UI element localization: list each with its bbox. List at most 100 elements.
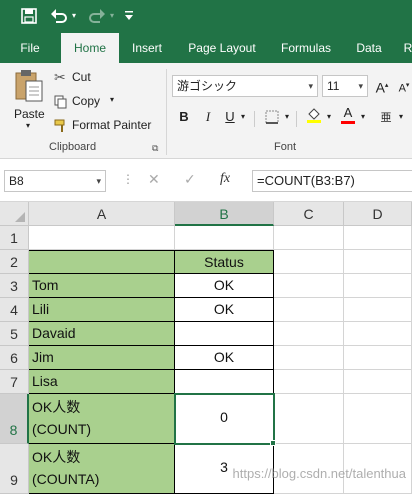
cell-b2[interactable]: Status bbox=[175, 250, 274, 274]
cell-d8[interactable] bbox=[344, 394, 412, 444]
cell-d1[interactable] bbox=[344, 226, 412, 250]
tab-insert[interactable]: Insert bbox=[124, 33, 170, 63]
cell-b5[interactable] bbox=[175, 322, 274, 346]
cell-a9[interactable]: OK人数 (COUNTA) bbox=[29, 444, 175, 494]
cell-a2[interactable] bbox=[29, 250, 175, 274]
worksheet-grid: A B C D 1 2 3 4 5 6 7 8 9 Status Tom OK … bbox=[0, 202, 412, 494]
cell-b6[interactable]: OK bbox=[175, 346, 274, 370]
row-header-1[interactable]: 1 bbox=[0, 226, 29, 250]
copy-dropdown-icon[interactable]: ▾ bbox=[110, 95, 114, 104]
cell-b8[interactable]: 0 bbox=[175, 394, 274, 444]
fill-handle[interactable] bbox=[270, 440, 276, 446]
cell-c3[interactable] bbox=[274, 274, 344, 298]
fill-color-dropdown-icon[interactable]: ▾ bbox=[324, 107, 334, 127]
tab-file[interactable]: File bbox=[10, 33, 50, 63]
phonetic-dropdown-icon[interactable]: ▾ bbox=[396, 107, 406, 127]
cell-b1[interactable] bbox=[175, 226, 274, 250]
cell-a5[interactable]: Davaid bbox=[29, 322, 175, 346]
formula-input[interactable]: =COUNT(B3:B7) bbox=[252, 170, 412, 192]
cell-a4[interactable]: Lili bbox=[29, 298, 175, 322]
fill-color-button[interactable] bbox=[304, 105, 324, 125]
phonetic-icon: 亜 bbox=[380, 112, 392, 124]
customize-icon[interactable] bbox=[122, 6, 136, 26]
borders-button[interactable] bbox=[262, 107, 282, 127]
underline-dropdown-icon[interactable]: ▾ bbox=[238, 107, 248, 127]
cell-d2[interactable] bbox=[344, 250, 412, 274]
row-header-5[interactable]: 5 bbox=[0, 322, 29, 346]
clipboard-launcher-icon[interactable]: ⧉ bbox=[152, 143, 158, 154]
cell-d7[interactable] bbox=[344, 370, 412, 394]
font-color-dropdown-icon[interactable]: ▾ bbox=[358, 107, 368, 127]
cell-d3[interactable] bbox=[344, 274, 412, 298]
underline-button[interactable]: U bbox=[220, 107, 240, 127]
tab-review[interactable]: R bbox=[402, 33, 412, 63]
font-separator bbox=[296, 111, 297, 127]
cell-c8[interactable] bbox=[274, 394, 344, 444]
column-header-a[interactable]: A bbox=[29, 202, 175, 226]
cell-b3[interactable]: OK bbox=[175, 274, 274, 298]
cell-c5[interactable] bbox=[274, 322, 344, 346]
cell-b7[interactable] bbox=[175, 370, 274, 394]
scissors-icon: ✂ bbox=[54, 69, 66, 85]
cell-c4[interactable] bbox=[274, 298, 344, 322]
column-header-d[interactable]: D bbox=[344, 202, 412, 226]
borders-dropdown-icon[interactable]: ▾ bbox=[282, 107, 292, 127]
formula-bar-grip-icon[interactable]: ⋮ bbox=[122, 172, 134, 186]
cell-a8[interactable]: OK人数 (COUNT) bbox=[29, 394, 175, 444]
cell-c1[interactable] bbox=[274, 226, 344, 250]
font-size-select[interactable]: 11 ▾ bbox=[322, 75, 368, 97]
italic-button[interactable]: I bbox=[198, 107, 218, 127]
copy-button[interactable]: Copy ▾ bbox=[54, 93, 134, 111]
redo-icon[interactable] bbox=[86, 6, 108, 26]
cell-d4[interactable] bbox=[344, 298, 412, 322]
row-header-8[interactable]: 8 bbox=[0, 394, 29, 444]
tab-home[interactable]: Home bbox=[61, 33, 119, 63]
paste-button[interactable]: Paste ▾ bbox=[10, 69, 48, 130]
paste-dropdown-icon[interactable]: ▾ bbox=[26, 121, 30, 130]
paste-icon bbox=[15, 70, 43, 102]
cell-a7[interactable]: Lisa bbox=[29, 370, 175, 394]
save-icon[interactable] bbox=[18, 6, 40, 26]
undo-icon[interactable] bbox=[48, 6, 70, 26]
grow-font-button[interactable]: A▴ bbox=[372, 76, 392, 96]
bold-button[interactable]: B bbox=[174, 107, 194, 127]
cell-a3[interactable]: Tom bbox=[29, 274, 175, 298]
insert-function-button[interactable]: fx bbox=[220, 171, 230, 187]
row-header-7[interactable]: 7 bbox=[0, 370, 29, 394]
column-header-c[interactable]: C bbox=[274, 202, 344, 226]
phonetic-guide-button[interactable]: 亜 bbox=[376, 107, 396, 127]
cut-label: Cut bbox=[72, 70, 91, 84]
format-painter-label: Format Painter bbox=[72, 118, 152, 132]
quick-access-toolbar: ▾ ▾ bbox=[0, 0, 412, 33]
cell-c7[interactable] bbox=[274, 370, 344, 394]
tab-page-layout[interactable]: Page Layout bbox=[181, 33, 263, 63]
cut-button[interactable]: ✂ Cut bbox=[54, 69, 124, 87]
row-header-9[interactable]: 9 bbox=[0, 444, 29, 494]
tab-data[interactable]: Data bbox=[349, 33, 389, 63]
cell-b4[interactable]: OK bbox=[175, 298, 274, 322]
cell-d6[interactable] bbox=[344, 346, 412, 370]
font-color-button[interactable]: A bbox=[338, 105, 358, 125]
cancel-icon[interactable]: ✕ bbox=[148, 171, 160, 188]
row-header-4[interactable]: 4 bbox=[0, 298, 29, 322]
cell-d5[interactable] bbox=[344, 322, 412, 346]
format-painter-button[interactable]: Format Painter bbox=[54, 117, 154, 135]
paintbrush-icon bbox=[54, 119, 65, 132]
font-name-select[interactable]: 游ゴシック ▾ bbox=[172, 75, 318, 97]
row-header-2[interactable]: 2 bbox=[0, 250, 29, 274]
shrink-font-button[interactable]: A▾ bbox=[394, 76, 412, 96]
redo-dropdown-icon[interactable]: ▾ bbox=[108, 6, 116, 26]
name-box[interactable]: B8 ▾ bbox=[4, 170, 106, 192]
cell-a6[interactable]: Jim bbox=[29, 346, 175, 370]
select-all-corner[interactable] bbox=[0, 202, 29, 226]
column-header-b[interactable]: B bbox=[175, 202, 274, 226]
enter-icon[interactable]: ✓ bbox=[184, 171, 196, 188]
cell-c2[interactable] bbox=[274, 250, 344, 274]
cell-a1[interactable] bbox=[29, 226, 175, 250]
row-header-6[interactable]: 6 bbox=[0, 346, 29, 370]
tab-formulas[interactable]: Formulas bbox=[274, 33, 338, 63]
row-header-3[interactable]: 3 bbox=[0, 274, 29, 298]
ribbon-divider bbox=[166, 69, 167, 155]
undo-dropdown-icon[interactable]: ▾ bbox=[70, 6, 78, 26]
cell-c6[interactable] bbox=[274, 346, 344, 370]
